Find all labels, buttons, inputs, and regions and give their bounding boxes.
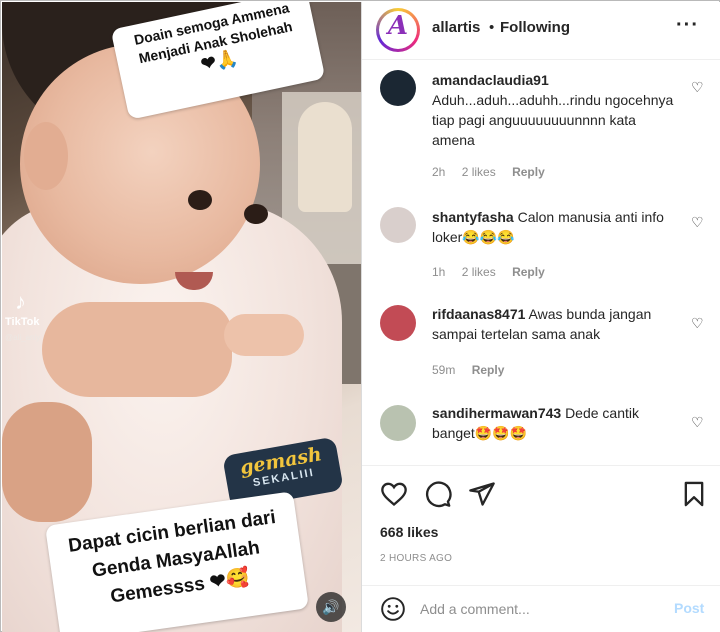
comment-time[interactable]: 59m xyxy=(432,363,455,377)
profile-avatar[interactable]: A xyxy=(376,8,420,52)
comment-input[interactable] xyxy=(420,595,660,623)
comment-body: amandaclaudia91 Aduh...aduh...aduhh...ri… xyxy=(432,70,680,150)
tiktok-handle: @ali_aniy xyxy=(5,333,41,342)
background-lamp xyxy=(298,102,352,212)
video-player[interactable]: Doain semoga Ammena Menjadi Anak Sholeha… xyxy=(2,2,361,632)
tiktok-label: TikTok xyxy=(5,316,40,328)
heart-icon[interactable]: ♡ xyxy=(691,415,705,429)
more-horizontal-icon[interactable]: ··· xyxy=(676,14,699,37)
adult-hand-lower xyxy=(2,402,92,522)
post-timestamp[interactable]: 2 HOURS AGO xyxy=(380,553,452,564)
heart-icon[interactable]: ♡ xyxy=(691,80,705,94)
comment-avatar[interactable] xyxy=(380,405,416,441)
comment-bubble-icon[interactable] xyxy=(424,480,452,508)
likes-count[interactable]: 668 likes xyxy=(380,524,438,540)
tiktok-logo-icon: ♪ xyxy=(15,289,26,314)
like-heart-icon[interactable] xyxy=(380,480,408,508)
comment-body: shantyfasha Calon manusia anti info loke… xyxy=(432,207,680,247)
comment-time[interactable]: 2h xyxy=(432,165,445,179)
avatar-letter: A xyxy=(379,11,417,49)
post-header: A allartis • Following ··· xyxy=(362,2,720,60)
screenshot-frame: Doain semoga Ammena Menjadi Anak Sholeha… xyxy=(0,0,720,632)
comment-username[interactable]: shantyfasha xyxy=(432,209,514,225)
comment-time[interactable]: 1h xyxy=(432,265,445,279)
header-separator: • xyxy=(489,19,495,36)
comment-meta: 2h 2 likes Reply xyxy=(432,165,558,179)
heart-icon[interactable]: ♡ xyxy=(691,316,705,330)
header-username[interactable]: allartis xyxy=(432,19,480,36)
baby-eye-left xyxy=(188,190,212,210)
share-send-icon[interactable] xyxy=(468,480,496,508)
reply-button[interactable]: Reply xyxy=(512,165,545,179)
baby-hand xyxy=(224,314,304,356)
comment-text: Aduh...aduh...aduhh...rindu ngocehnya ti… xyxy=(432,92,674,148)
comment-avatar[interactable] xyxy=(380,70,416,106)
heart-icon[interactable]: ♡ xyxy=(691,215,705,229)
comment-item: sandihermawan743 Dede cantik banget🤩🤩🤩 ♡ xyxy=(362,395,720,465)
comment-username[interactable]: sandihermawan743 xyxy=(432,405,561,421)
baby-ear xyxy=(24,122,68,190)
comment-meta: 1h 2 likes Reply xyxy=(432,265,558,279)
post-button[interactable]: Post xyxy=(674,600,704,616)
comment-item: amandaclaudia91 Aduh...aduh...aduhh...ri… xyxy=(362,60,720,179)
following-button[interactable]: Following xyxy=(500,19,570,36)
post-panel: A allartis • Following ··· amandaclaudia… xyxy=(361,2,720,632)
comment-avatar[interactable] xyxy=(380,305,416,341)
reply-button[interactable]: Reply xyxy=(472,363,505,377)
baby-eye-right xyxy=(244,204,268,224)
reply-button[interactable]: Reply xyxy=(512,265,545,279)
post-actions: 668 likes 2 HOURS AGO xyxy=(362,465,720,585)
comment-list[interactable]: amandaclaudia91 Aduh...aduh...aduhh...ri… xyxy=(362,60,720,465)
comment-meta: 59m Reply xyxy=(432,363,517,377)
comment-avatar[interactable] xyxy=(380,207,416,243)
comment-body: rifdaanas8471 Awas bunda jangan sampai t… xyxy=(432,304,680,344)
comment-item: shantyfasha Calon manusia anti info loke… xyxy=(362,195,720,285)
mute-button[interactable]: 🔊 xyxy=(316,592,346,622)
comment-username[interactable]: amandaclaudia91 xyxy=(432,72,549,88)
comment-likes[interactable]: 2 likes xyxy=(462,265,496,279)
comment-username[interactable]: rifdaanas8471 xyxy=(432,306,525,322)
comment-body: sandihermawan743 Dede cantik banget🤩🤩🤩 xyxy=(432,403,680,443)
speaker-icon: 🔊 xyxy=(322,599,340,615)
comment-composer: Post xyxy=(362,585,720,632)
emoji-smiley-icon[interactable] xyxy=(380,596,406,622)
adult-hand xyxy=(42,302,232,397)
bookmark-icon[interactable] xyxy=(680,480,708,508)
comment-likes[interactable]: 2 likes xyxy=(462,165,496,179)
comment-item: rifdaanas8471 Awas bunda jangan sampai t… xyxy=(362,296,720,386)
